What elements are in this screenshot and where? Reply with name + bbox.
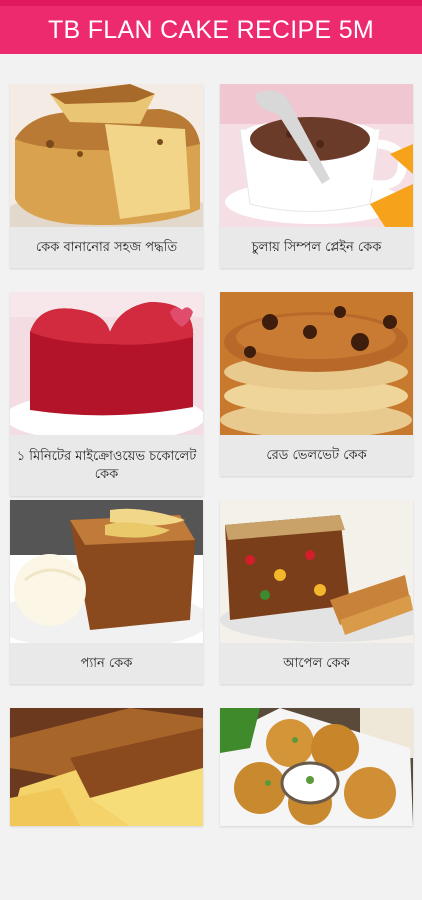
recipe-image-pancakes [220, 292, 413, 435]
recipe-card[interactable] [10, 708, 203, 826]
recipe-image-pound-cake [10, 708, 203, 826]
recipe-card[interactable]: প্যান কেক [10, 500, 203, 684]
recipe-image-sponge-cake [10, 84, 203, 227]
recipe-title: চুলায় সিম্পল প্লেইন কেক [251, 239, 382, 255]
recipe-card[interactable]: রেড ভেলভেট কেক [220, 292, 413, 476]
recipe-card[interactable]: চুলায় সিম্পল প্লেইন কেক [220, 84, 413, 268]
recipe-image-fritters [220, 708, 413, 826]
recipe-image-fruit-cake [220, 500, 413, 643]
app-bar: TB FLAN CAKE RECIPE 5M [0, 6, 422, 54]
recipe-card[interactable]: কেক বানানোর সহজ পদ্ধতি [10, 84, 203, 268]
recipe-title: আপেল কেক [283, 655, 350, 671]
recipe-card[interactable] [220, 708, 413, 826]
recipe-image-red-velvet-heart [10, 292, 203, 435]
recipe-title: ১ মিনিটের মাইক্রোওয়েভ চকোলেট কেক [16, 448, 197, 482]
app-title: TB FLAN CAKE RECIPE 5M [47, 15, 375, 44]
recipe-image-mug-cake [220, 84, 413, 227]
recipe-image-banana-cake [10, 500, 203, 643]
recipe-grid: কেক বানানোর সহজ পদ্ধতি চুলায় সিম্পল প্ল… [0, 54, 422, 900]
recipe-title: রেড ভেলভেট কেক [266, 447, 367, 463]
recipe-card[interactable]: আপেল কেক [220, 500, 413, 684]
recipe-title: কেক বানানোর সহজ পদ্ধতি [35, 239, 178, 255]
recipe-title: প্যান কেক [80, 655, 133, 671]
recipe-card[interactable]: ১ মিনিটের মাইক্রোওয়েভ চকোলেট কেক [10, 292, 203, 496]
